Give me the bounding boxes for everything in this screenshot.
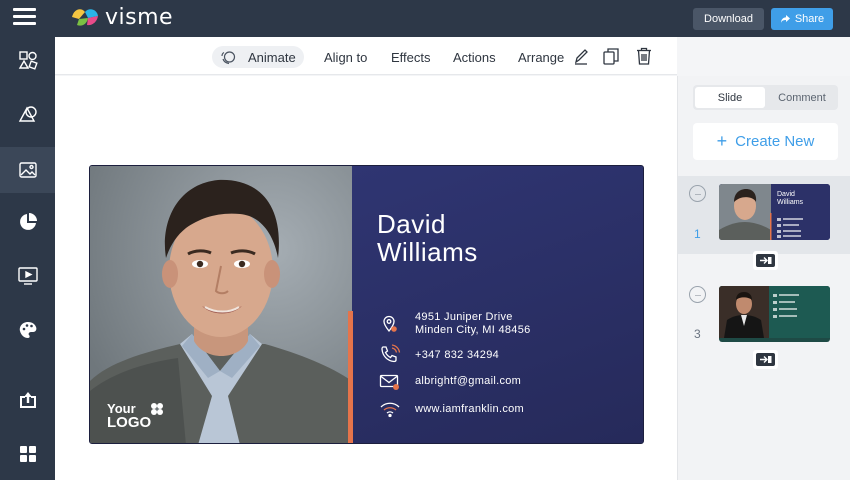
sidebar-item-themes[interactable] bbox=[0, 307, 55, 353]
elements-icon bbox=[18, 51, 38, 70]
align-to-button[interactable]: Align to bbox=[324, 46, 367, 68]
card-address[interactable]: 4951 Juniper Drive Minden City, MI 48456 bbox=[415, 311, 531, 337]
slide-thumbnail-row-3[interactable]: ··· 3 bbox=[678, 276, 850, 346]
transition-icon bbox=[760, 257, 772, 264]
media-icon bbox=[17, 267, 38, 285]
slide-thumbnail-1[interactable]: David Williams bbox=[719, 184, 830, 240]
card-name[interactable]: David Williams bbox=[377, 210, 478, 266]
palette-icon bbox=[19, 322, 36, 338]
visme-logo[interactable]: visme bbox=[68, 4, 174, 30]
animate-button[interactable]: Animate bbox=[212, 46, 304, 68]
toolbar: Animate Align to Effects Actions Arrange bbox=[55, 37, 677, 75]
wifi-web-icon bbox=[380, 402, 400, 418]
delete-trash-icon[interactable] bbox=[636, 47, 652, 65]
thumb-name-line2: Williams bbox=[777, 199, 804, 206]
apps-icon bbox=[19, 446, 36, 462]
card-logo-logo: LOGO bbox=[107, 414, 152, 431]
thumb-name-line1: David bbox=[777, 191, 795, 198]
slide-transition-icon[interactable] bbox=[756, 254, 775, 267]
logo-text: visme bbox=[105, 4, 174, 30]
slide-transition-icon[interactable] bbox=[756, 353, 775, 366]
animate-label: Animate bbox=[248, 49, 296, 65]
slide-number: 3 bbox=[694, 327, 701, 341]
thumb-name: David Williams bbox=[777, 191, 803, 207]
card-last-name: Williams bbox=[377, 237, 478, 267]
sidebar-item-upload[interactable] bbox=[0, 377, 55, 423]
visme-logo-mark bbox=[72, 9, 98, 26]
card-website[interactable]: www.iamfranklin.com bbox=[415, 403, 524, 416]
slide-options-icon[interactable]: ··· bbox=[689, 286, 706, 303]
menu-icon[interactable] bbox=[13, 8, 36, 26]
card-address-line2: Minden City, MI 48456 bbox=[415, 324, 531, 336]
share-icon bbox=[780, 15, 790, 23]
arrange-button[interactable]: Arrange bbox=[518, 46, 564, 68]
create-new-button[interactable]: + Create New bbox=[693, 123, 838, 160]
slide-thumbnail-3[interactable] bbox=[719, 286, 830, 342]
card-first-name: David bbox=[377, 209, 446, 239]
duplicate-icon[interactable] bbox=[602, 47, 620, 65]
sidebar-item-elements[interactable] bbox=[0, 37, 55, 83]
business-card[interactable]: Your LOGO David Williams 4951 Juniper Dr… bbox=[89, 165, 644, 444]
portrait-photo[interactable]: Your LOGO bbox=[90, 166, 352, 443]
slide-options-icon[interactable]: ··· bbox=[689, 185, 706, 202]
download-button[interactable]: Download bbox=[693, 8, 764, 30]
transition-icon bbox=[760, 356, 772, 363]
chart-icon bbox=[19, 213, 37, 230]
slide-number: 1 bbox=[694, 227, 701, 241]
phone-icon bbox=[381, 344, 401, 363]
panel-tabs: Slide Comment bbox=[693, 85, 838, 110]
plus-icon: + bbox=[716, 131, 728, 151]
share-button[interactable]: Share bbox=[771, 8, 833, 30]
slide-thumbnail-row-1[interactable]: ··· 1 David Williams bbox=[678, 176, 850, 254]
sidebar-item-media[interactable] bbox=[0, 253, 55, 299]
slides-panel: Slide Comment + Create New ··· 1 David W… bbox=[677, 76, 850, 480]
sidebar-item-apps[interactable] bbox=[0, 431, 55, 477]
sidebar-item-charts[interactable] bbox=[0, 199, 55, 245]
effects-button[interactable]: Effects bbox=[391, 46, 431, 68]
sidebar-item-images[interactable] bbox=[0, 147, 55, 193]
share-label: Share bbox=[794, 13, 825, 25]
sidebar-item-shapes[interactable] bbox=[0, 91, 55, 137]
card-address-line1: 4951 Juniper Drive bbox=[415, 311, 513, 323]
slide-thumbnail-3-preview bbox=[719, 286, 830, 338]
left-sidebar bbox=[0, 37, 55, 480]
card-email[interactable]: albrightf@gmail.com bbox=[415, 375, 521, 388]
actions-button[interactable]: Actions bbox=[453, 46, 496, 68]
card-logo: Your LOGO bbox=[107, 402, 152, 431]
slide-thumbnail-1-preview bbox=[719, 184, 830, 240]
email-icon bbox=[379, 374, 399, 390]
tab-comment[interactable]: Comment bbox=[767, 87, 837, 108]
location-pin-icon bbox=[383, 315, 397, 333]
create-new-label: Create New bbox=[735, 133, 815, 150]
card-accent-bar bbox=[348, 311, 353, 443]
image-icon bbox=[18, 162, 37, 178]
top-bar: visme Download Share bbox=[0, 0, 850, 37]
edit-pencil-icon[interactable] bbox=[573, 47, 589, 65]
upload-icon bbox=[19, 392, 36, 408]
tab-slide[interactable]: Slide bbox=[695, 87, 765, 108]
logo-flower-icon bbox=[151, 403, 163, 415]
shapes-icon bbox=[18, 106, 37, 122]
card-phone[interactable]: +347 832 34294 bbox=[415, 349, 499, 362]
animate-icon bbox=[221, 50, 236, 64]
